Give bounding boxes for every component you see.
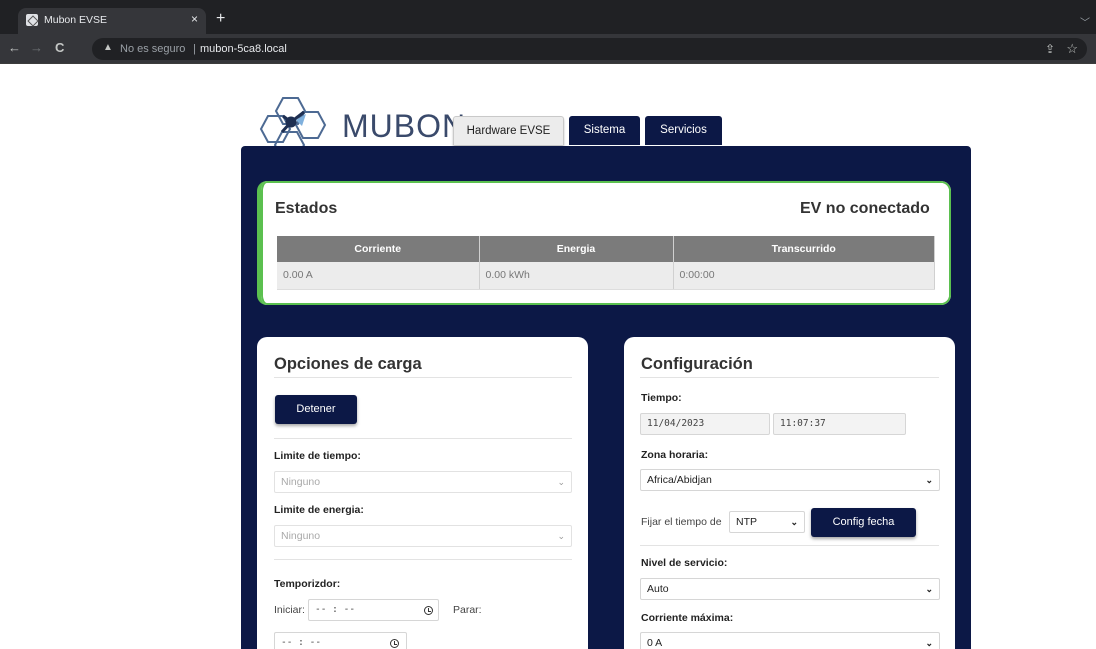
time-limit-value: Ninguno bbox=[281, 476, 321, 488]
chevron-down-icon: ⌄ bbox=[790, 517, 798, 527]
max-current-value: 0 A bbox=[647, 637, 663, 649]
divider bbox=[274, 377, 572, 378]
start-label: Iniciar: bbox=[274, 604, 305, 616]
timezone-select[interactable]: Africa/Abidjan ⌄ bbox=[640, 469, 940, 491]
browser-toolbar: ← → C ▲ No es seguro | mubon-5ca8.local … bbox=[0, 34, 1096, 64]
tab-sistema[interactable]: Sistema bbox=[569, 116, 640, 145]
warning-icon: ▲ bbox=[103, 42, 113, 53]
new-tab-button[interactable]: + bbox=[216, 11, 225, 27]
energy-limit-value: Ninguno bbox=[281, 530, 321, 542]
start-time-input[interactable]: -- : -- bbox=[308, 599, 439, 621]
address-bar[interactable]: ▲ No es seguro | mubon-5ca8.local ⇪ ☆ bbox=[92, 38, 1087, 60]
back-button[interactable]: ← bbox=[8, 40, 21, 56]
status-title: Estados bbox=[275, 200, 338, 217]
brand-wordmark: MUBON bbox=[342, 108, 467, 144]
share-icon[interactable]: ⇪ bbox=[1045, 42, 1055, 56]
set-time-from-label: Fijar el tiempo de bbox=[641, 516, 722, 528]
max-current-label: Corriente máxima: bbox=[641, 612, 734, 624]
url-divider: | bbox=[193, 43, 196, 55]
tab-search-icon[interactable]: ﹀ bbox=[1080, 14, 1090, 29]
elapsed-value: 0:00:00 bbox=[673, 262, 935, 290]
time-limit-label: Limite de tiempo: bbox=[274, 450, 361, 462]
clock-icon[interactable] bbox=[390, 639, 399, 648]
divider bbox=[640, 545, 939, 546]
time-input[interactable]: 11:07:37 bbox=[773, 413, 906, 435]
security-status[interactable]: No es seguro bbox=[120, 43, 185, 55]
service-level-select[interactable]: Auto ⌄ bbox=[640, 578, 940, 600]
tab-hardware-evse[interactable]: Hardware EVSE bbox=[453, 116, 564, 145]
start-time-value: -- : -- bbox=[315, 604, 356, 615]
energy-limit-label: Limite de energia: bbox=[274, 504, 364, 516]
time-source-select[interactable]: NTP ⌄ bbox=[729, 511, 805, 533]
divider bbox=[274, 438, 572, 439]
browser-chrome: Mubon EVSE × + ﹀ ← → C ▲ No es seguro | … bbox=[0, 0, 1096, 64]
energy-limit-select[interactable]: Ninguno ⌄ bbox=[274, 525, 572, 547]
close-tab-icon[interactable]: × bbox=[191, 12, 198, 26]
forward-button[interactable]: → bbox=[30, 40, 43, 56]
service-level-label: Nivel de servicio: bbox=[641, 557, 728, 569]
clock-icon[interactable] bbox=[424, 606, 433, 615]
time-limit-select[interactable]: Ninguno ⌄ bbox=[274, 471, 572, 493]
chevron-down-icon: ⌄ bbox=[925, 584, 933, 594]
column-header: Corriente bbox=[277, 236, 480, 262]
chevron-down-icon: ⌄ bbox=[925, 638, 933, 648]
chevron-down-icon: ⌄ bbox=[557, 477, 565, 487]
timezone-value: Africa/Abidjan bbox=[647, 474, 712, 486]
ev-connection-state: EV no conectado bbox=[800, 200, 930, 217]
charge-options-title: Opciones de carga bbox=[274, 355, 422, 373]
energy-value: 0.00 kWh bbox=[479, 262, 674, 290]
max-current-select[interactable]: 0 A ⌄ bbox=[640, 632, 940, 649]
chevron-down-icon: ⌄ bbox=[557, 531, 565, 541]
status-table: Corriente Energia Transcurrido 0.00 A 0.… bbox=[277, 236, 935, 290]
tab-title: Mubon EVSE bbox=[44, 14, 108, 26]
service-level-value: Auto bbox=[647, 583, 669, 595]
time-source-value: NTP bbox=[736, 516, 757, 528]
set-date-button[interactable]: Config fecha bbox=[811, 508, 916, 537]
url-text[interactable]: mubon-5ca8.local bbox=[200, 43, 287, 55]
tab-servicios[interactable]: Servicios bbox=[645, 116, 722, 145]
bookmark-star-icon[interactable]: ☆ bbox=[1066, 41, 1078, 57]
table-row: 0.00 A 0.00 kWh 0:00:00 bbox=[277, 262, 935, 290]
column-header: Energia bbox=[479, 236, 674, 262]
column-header: Transcurrido bbox=[673, 236, 935, 262]
stop-time-input[interactable]: -- : -- bbox=[274, 632, 407, 649]
timer-label: Temporizdor: bbox=[274, 578, 341, 590]
stop-label: Parar: bbox=[453, 604, 482, 616]
configuration-title: Configuración bbox=[641, 355, 753, 373]
browser-tab[interactable]: Mubon EVSE × bbox=[18, 8, 206, 34]
tab-strip: Mubon EVSE × + ﹀ bbox=[0, 8, 1096, 34]
current-value: 0.00 A bbox=[277, 262, 480, 290]
date-input[interactable]: 11/04/2023 bbox=[640, 413, 770, 435]
table-header-row: Corriente Energia Transcurrido bbox=[277, 236, 935, 262]
timezone-label: Zona horaria: bbox=[641, 449, 709, 461]
time-label: Tiempo: bbox=[641, 392, 682, 404]
stop-time-value: -- : -- bbox=[281, 637, 322, 648]
site-favicon-icon bbox=[26, 14, 38, 26]
reload-button[interactable]: C bbox=[55, 40, 64, 56]
chevron-down-icon: ⌄ bbox=[925, 475, 933, 485]
configuration-card bbox=[624, 337, 955, 649]
stop-button[interactable]: Detener bbox=[275, 395, 357, 424]
divider bbox=[640, 377, 939, 378]
divider bbox=[274, 559, 572, 560]
